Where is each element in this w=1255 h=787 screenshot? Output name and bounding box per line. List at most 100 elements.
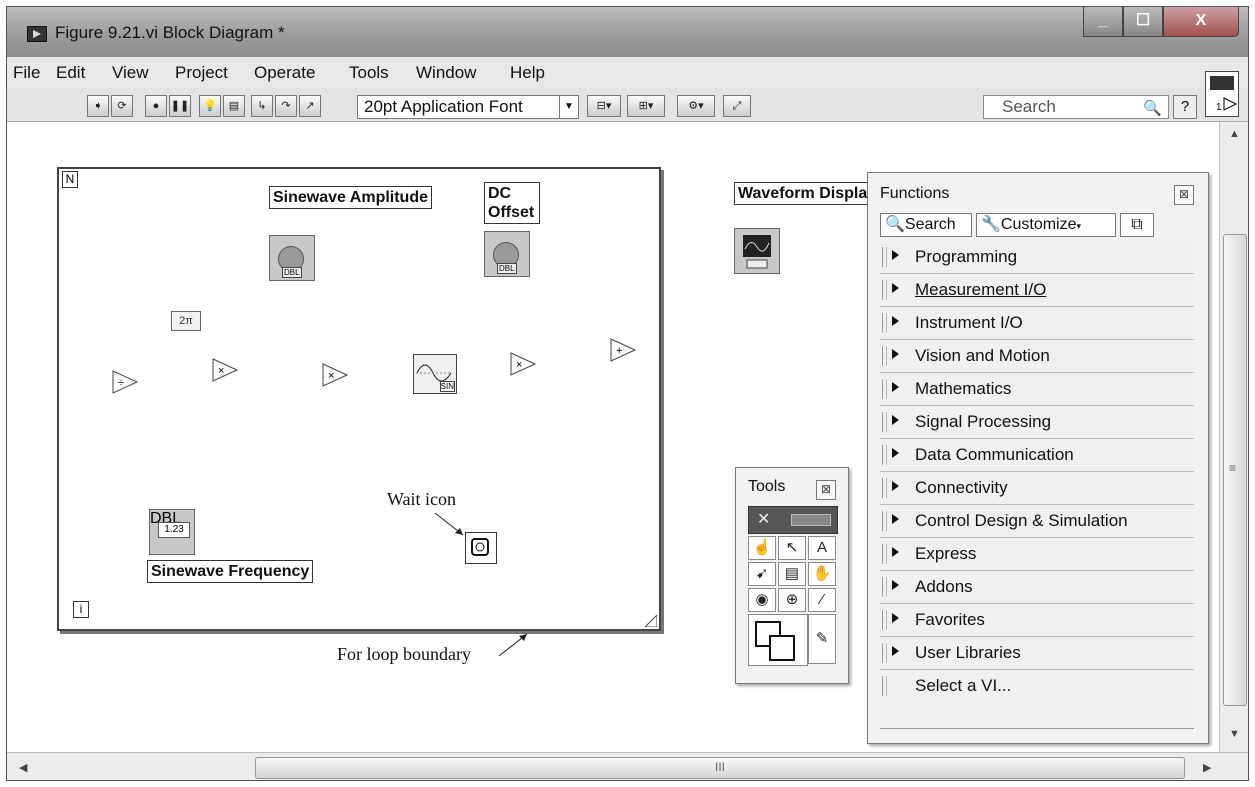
operate-value-tool-icon[interactable]: ☝ (748, 536, 776, 560)
divide-icon[interactable]: ÷ (111, 369, 139, 395)
help-button[interactable]: ? (1173, 95, 1197, 119)
chevron-down-icon: ▼ (559, 96, 578, 118)
step-out-icon[interactable]: ↗ (299, 95, 321, 117)
vertical-scrollbar[interactable]: ▲ ≡ ▼ (1219, 122, 1248, 752)
labview-window: Figure 9.21.vi Block Diagram * _ ☐ X Fil… (6, 6, 1249, 781)
grip-icon: ≡ (1229, 461, 1237, 475)
dc-offset-terminal[interactable]: DBL (484, 231, 530, 277)
step-over-icon[interactable]: ↷ (275, 95, 297, 117)
highlight-execution-icon[interactable]: 💡 (199, 95, 221, 117)
scroll-left-icon[interactable]: ◀ (19, 761, 27, 774)
category-express[interactable]: Express (880, 538, 1194, 571)
vertical-scroll-thumb[interactable]: ≡ (1223, 234, 1247, 706)
paintbrush-icon[interactable]: ✎ (808, 614, 836, 664)
sinewave-frequency-terminal[interactable]: 1.23 DBL (149, 509, 195, 555)
get-color-tool-icon[interactable]: ⁄ (808, 588, 836, 612)
add-icon[interactable]: + (609, 337, 637, 363)
customize-button[interactable]: 🔧Customize▾ (976, 213, 1116, 237)
scroll-down-icon[interactable]: ▼ (1229, 728, 1240, 740)
category-user-libraries[interactable]: User Libraries (880, 637, 1194, 670)
run-continuously-icon[interactable]: ⟳ (111, 95, 133, 117)
step-into-icon[interactable]: ↳ (251, 95, 273, 117)
multiply-icon[interactable]: × (509, 351, 537, 377)
multiply-icon[interactable]: × (211, 357, 239, 383)
probe-tool-icon[interactable]: ⊕ (778, 588, 806, 612)
loop-count-terminal[interactable]: N (62, 171, 78, 188)
reorder-icon[interactable]: ⚙▾ (677, 95, 715, 117)
maximize-button[interactable]: ☐ (1123, 7, 1163, 37)
svg-text:1: 1 (1216, 102, 1222, 113)
functions-search-button[interactable]: 🔍Search (880, 213, 972, 237)
align-objects-icon[interactable]: ⊟▾ (587, 95, 621, 117)
waveform-display-terminal[interactable] (734, 228, 780, 274)
menu-project[interactable]: Project (175, 63, 228, 83)
loop-index-terminal[interactable]: i (73, 601, 89, 618)
menu-help[interactable]: Help (510, 63, 545, 83)
scroll-right-icon[interactable]: ▶ (1203, 761, 1211, 774)
pause-icon[interactable]: ❚❚ (169, 95, 191, 117)
menu-window[interactable]: Window (416, 63, 476, 83)
minimize-button[interactable]: _ (1083, 7, 1123, 37)
scroll-up-icon[interactable]: ▲ (1229, 128, 1240, 140)
category-control-design-simulation[interactable]: Control Design & Simulation (880, 505, 1194, 538)
horizontal-scrollbar[interactable]: ◀ III ▶ (7, 752, 1248, 780)
clean-up-diagram-icon[interactable]: ⤢ (723, 95, 751, 117)
category-favorites[interactable]: Favorites (880, 604, 1194, 637)
grip-handle (882, 346, 887, 366)
automatic-tool-selection[interactable]: ✕ (748, 506, 838, 534)
expand-arrow-icon (892, 514, 899, 524)
font-selector-label: 20pt Application Font (364, 97, 523, 116)
block-diagram-canvas[interactable]: N i Sinewave Amplitude DBL DC Offset DBL… (7, 122, 1219, 752)
retain-wire-values-icon[interactable]: ▤ (223, 95, 245, 117)
menu-tools[interactable]: Tools (349, 63, 389, 83)
annotation-arrow (434, 512, 464, 536)
search-input[interactable]: Search 🔍 (983, 95, 1169, 119)
category-data-communication[interactable]: Data Communication (880, 439, 1194, 472)
title-bar: Figure 9.21.vi Block Diagram * _ ☐ X (7, 7, 1248, 57)
category-addons[interactable]: Addons (880, 571, 1194, 604)
menu-edit[interactable]: Edit (56, 63, 85, 83)
connect-wire-tool-icon[interactable]: ➹ (748, 562, 776, 586)
position-size-tool-icon[interactable]: ↖ (778, 536, 806, 560)
scroll-window-tool-icon[interactable]: ✋ (808, 562, 836, 586)
connector-pane-icon[interactable]: 1 (1205, 71, 1239, 117)
category-programming[interactable]: Programming (880, 241, 1194, 274)
for-loop[interactable]: N i Sinewave Amplitude DBL DC Offset DBL… (57, 167, 661, 631)
menu-operate[interactable]: Operate (254, 63, 315, 83)
select-vi-label: Select a VI... (915, 676, 1012, 695)
wait-ms-icon[interactable] (465, 532, 497, 564)
tools-palette: Tools ⊠ ✕ ☝ ↖ A ➹ ▤ ✋ ◉ ⊕ ⁄ ✎ (735, 467, 849, 684)
loop-resize-handle[interactable] (645, 615, 657, 627)
view-options-icon[interactable]: ⧉ (1120, 213, 1154, 237)
category-measurement-io[interactable]: Measurement I/O (880, 274, 1194, 307)
sinewave-amplitude-terminal[interactable]: DBL (269, 235, 315, 281)
run-arrow-icon[interactable]: ➧ (87, 95, 109, 117)
two-pi-constant[interactable]: 2π (171, 311, 201, 331)
distribute-objects-icon[interactable]: ⊞▾ (627, 95, 665, 117)
font-selector[interactable]: 20pt Application Font ▼ (357, 95, 579, 119)
close-icon[interactable]: ⊠ (816, 480, 836, 500)
close-button[interactable]: X (1163, 7, 1239, 37)
category-connectivity[interactable]: Connectivity (880, 472, 1194, 505)
category-instrument-io[interactable]: Instrument I/O (880, 307, 1194, 340)
waveform-display-label: Waveform Display (734, 182, 881, 205)
menu-file[interactable]: File (13, 63, 40, 83)
grip-handle (882, 445, 887, 465)
select-a-vi-item[interactable]: Select a VI... (880, 670, 1194, 729)
multiply-icon[interactable]: × (321, 362, 349, 388)
set-color-tool-icon[interactable] (748, 614, 808, 666)
edit-text-tool-icon[interactable]: A (808, 536, 836, 560)
category-mathematics[interactable]: Mathematics (880, 373, 1194, 406)
breakpoint-tool-icon[interactable]: ◉ (748, 588, 776, 612)
abort-icon[interactable]: ● (145, 95, 167, 117)
menu-view[interactable]: View (112, 63, 149, 83)
expand-arrow-icon (892, 481, 899, 491)
category-signal-processing[interactable]: Signal Processing (880, 406, 1194, 439)
grip-handle (882, 610, 887, 630)
object-shortcut-menu-tool-icon[interactable]: ▤ (778, 562, 806, 586)
grip-handle (882, 511, 887, 531)
category-vision-and-motion[interactable]: Vision and Motion (880, 340, 1194, 373)
horizontal-scroll-thumb[interactable]: III (255, 757, 1185, 779)
close-icon[interactable]: ⊠ (1174, 185, 1194, 205)
sine-function-icon[interactable]: SIN (413, 354, 457, 394)
